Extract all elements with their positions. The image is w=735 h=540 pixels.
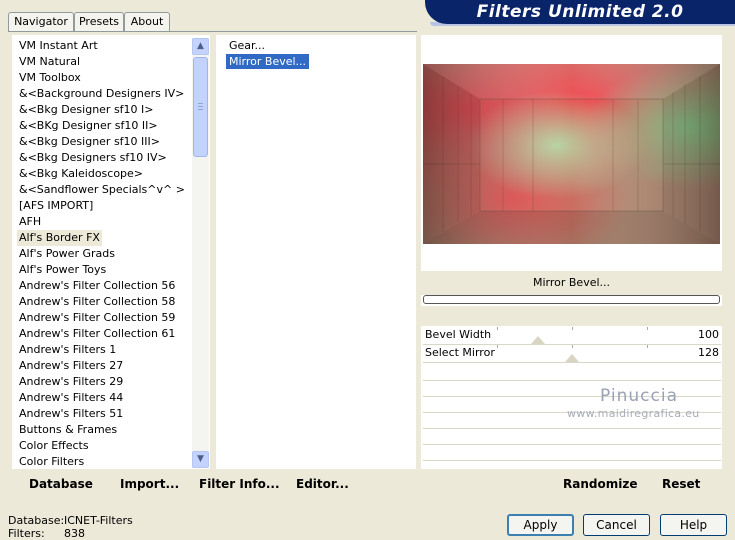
filter-name-label: Mirror Bevel... [532, 276, 611, 289]
help-button[interactable]: Help [660, 514, 727, 536]
filter-info-button[interactable]: Filter Info... [199, 477, 280, 491]
category-item[interactable]: Alf's Power Grads [19, 246, 115, 262]
category-item[interactable]: VM Toolbox [19, 70, 81, 86]
category-item[interactable]: AFH [19, 214, 41, 230]
category-item[interactable]: Alf's Power Toys [19, 262, 106, 278]
import-button[interactable]: Import... [120, 477, 179, 491]
param-value: 100 [698, 328, 719, 341]
progress-bar [423, 295, 720, 304]
category-item[interactable]: &<Bkg Kaleidoscope> [19, 166, 143, 182]
category-item[interactable]: &<Bkg Designers sf10 IV> [19, 150, 167, 166]
scroll-down-button[interactable]: ▼ [192, 451, 209, 468]
status-db-label: Database: [8, 514, 65, 527]
status-filters-label: Filters: [8, 527, 45, 540]
category-item[interactable]: &<Bkg Designer sf10 I> [19, 102, 154, 118]
status-filters-value: 838 [64, 527, 85, 540]
category-item[interactable]: VM Instant Art [19, 38, 98, 54]
category-item[interactable]: Buttons & Frames [19, 422, 117, 438]
filter-item-gear[interactable]: Gear... [226, 38, 268, 53]
param-value: 128 [698, 346, 719, 359]
param-row-select-mirror[interactable]: Select Mirror 128 [423, 345, 721, 363]
category-item[interactable]: Color Filters [19, 454, 84, 470]
editor-button[interactable]: Editor... [296, 477, 349, 491]
category-item[interactable]: Andrew's Filters 27 [19, 358, 123, 374]
category-item[interactable]: &<Background Designers IV> [19, 86, 184, 102]
category-item[interactable]: [AFS IMPORT] [19, 198, 93, 214]
category-item[interactable]: Andrew's Filters 44 [19, 390, 123, 406]
category-item[interactable]: &<BKg Designer sf10 II> [19, 118, 158, 134]
category-item[interactable]: Andrew's Filter Collection 56 [19, 278, 175, 294]
scrollbar-thumb[interactable] [193, 57, 208, 157]
filter-list[interactable] [216, 35, 416, 469]
category-item[interactable]: &<Bkg Designer sf10 III> [19, 134, 160, 150]
param-row-bevel-width[interactable]: Bevel Width 100 [423, 327, 721, 345]
category-item[interactable]: Color Effects [19, 438, 89, 454]
watermark-name: Pinuccia [600, 386, 678, 406]
param-spacer [421, 306, 722, 326]
category-item[interactable]: Andrew's Filters 51 [19, 406, 123, 422]
tab-presets[interactable]: Presets [74, 12, 124, 31]
param-row-empty [423, 443, 721, 461]
filter-item-mirror-bevel[interactable]: Mirror Bevel... [226, 54, 310, 69]
category-item[interactable]: Andrew's Filter Collection 59 [19, 310, 175, 326]
category-item[interactable]: Alf's Border FX [17, 230, 102, 246]
slider-thumb[interactable] [565, 354, 579, 362]
app-banner: Filters Unlimited 2.0 [425, 0, 735, 24]
reset-button[interactable]: Reset [662, 477, 700, 491]
tab-about[interactable]: About [124, 12, 170, 31]
param-label: Bevel Width [425, 328, 492, 341]
status-db-value: ICNET-Filters [64, 514, 133, 527]
scroll-up-button[interactable]: ▲ [192, 38, 209, 55]
randomize-button[interactable]: Randomize [563, 477, 637, 491]
category-item[interactable]: VM Natural [19, 54, 80, 70]
category-item[interactable]: Andrew's Filter Collection 58 [19, 294, 175, 310]
category-item[interactable]: Andrew's Filters 1 [19, 342, 116, 358]
category-item[interactable]: &<Sandflower Specials^v^ > [19, 182, 185, 198]
category-item[interactable]: Andrew's Filter Collection 61 [19, 326, 175, 342]
watermark-url: www.maidiregrafica.eu [567, 407, 700, 420]
database-button[interactable]: Database [29, 477, 93, 491]
apply-button[interactable]: Apply [507, 514, 574, 536]
slider-thumb[interactable] [531, 336, 545, 344]
category-item[interactable]: Andrew's Filters 29 [19, 374, 123, 390]
tab-navigator[interactable]: Navigator [8, 12, 74, 31]
cancel-button[interactable]: Cancel [583, 514, 650, 536]
param-label: Select Mirror [425, 346, 495, 359]
preview-image[interactable] [423, 64, 720, 244]
tab-divider [8, 31, 417, 32]
